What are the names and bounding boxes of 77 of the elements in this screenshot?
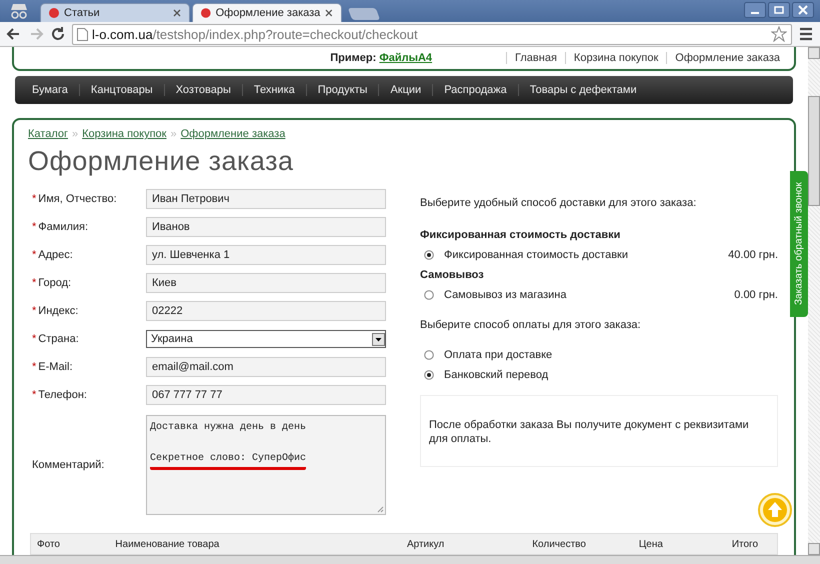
close-icon[interactable] <box>325 9 333 17</box>
address-bar[interactable]: l-o.com.ua/testshop/index.php?route=checkout/checkout <box>72 24 792 44</box>
page-icon <box>77 28 88 40</box>
example-text: Пример: ФайлыА4 <box>330 52 432 64</box>
example-link[interactable]: ФайлыА4 <box>379 52 432 64</box>
breadcrumb-link[interactable]: Каталог <box>28 128 68 140</box>
radio-button[interactable] <box>424 370 434 380</box>
scrollbar-thumb[interactable] <box>808 96 820 206</box>
shipping-price: 40.00 грн. <box>728 249 778 261</box>
minimize-icon[interactable] <box>744 2 766 18</box>
favicon-icon <box>49 8 59 18</box>
breadcrumb-link[interactable]: Корзина покупок <box>82 128 166 140</box>
radio-button[interactable] <box>424 250 434 260</box>
field-label: * Город: <box>31 277 72 289</box>
breadcrumb-separator: » <box>170 128 177 140</box>
payment-option-label[interactable]: Банковский перевод <box>444 369 778 381</box>
page-title: Оформление заказа <box>28 146 295 177</box>
menu-item[interactable]: Акции <box>378 84 432 96</box>
browser-tab[interactable]: Оформление заказа <box>192 3 342 22</box>
field-label: * Имя, Отчество: <box>31 193 118 205</box>
field-label: * E-Mail: <box>31 361 74 373</box>
shipping-group-title: Фиксированная стоимость доставки <box>420 229 622 241</box>
shipping-prompt: Выберите удобный способ доставки для этого заказа: <box>420 197 698 209</box>
shipping-option-label[interactable]: Фиксированная стоимость доставки <box>444 249 728 261</box>
column-header: Итого <box>732 538 760 550</box>
input-field[interactable]: 067 777 77 77 <box>146 385 386 405</box>
breadcrumb-link[interactable]: Оформление заказа <box>180 128 286 140</box>
comment-field[interactable]: Доставка нужна день в день Секретное слово: СуперОфис <box>146 414 386 514</box>
menu-item[interactable]: Хозтовары <box>164 84 242 96</box>
column-header: Фото <box>37 538 61 550</box>
browser-tab[interactable]: Статьи <box>40 3 190 22</box>
header-link[interactable]: Главная <box>506 52 565 64</box>
country-dropdown[interactable]: Украина <box>146 330 386 348</box>
back-arrow-icon[interactable] <box>6 26 22 42</box>
input-field[interactable]: ул. Шевченка 1 <box>146 245 386 265</box>
shipping-option-label[interactable]: Самовывоз из магазина <box>444 289 734 301</box>
close-icon[interactable] <box>792 2 814 18</box>
menu-item[interactable]: Бумага <box>21 84 79 96</box>
breadcrumb-separator: » <box>72 128 78 140</box>
menu-item[interactable]: Товары с дефектами <box>518 84 648 96</box>
callback-tab[interactable]: Заказать обратный звонок <box>790 171 808 317</box>
new-tab-button[interactable] <box>348 8 380 20</box>
shipping-price: 0.00 грн. <box>734 289 778 301</box>
reload-icon[interactable] <box>50 26 66 42</box>
resize-grip-icon[interactable] <box>377 506 384 512</box>
menu-item[interactable]: Продукты <box>306 84 378 96</box>
field-label: * Индекс: <box>31 305 80 317</box>
menu-item[interactable]: Канцтовары <box>78 84 164 96</box>
input-field[interactable]: Киев <box>146 273 386 293</box>
payment-option-label[interactable]: Оплата при доставке <box>444 349 778 361</box>
input-field[interactable]: Иван Петрович <box>146 189 386 209</box>
input-field[interactable]: email@mail.com <box>146 357 386 377</box>
payment-prompt: Выберите способ оплаты для этого заказа: <box>420 319 642 331</box>
input-field[interactable]: 02222 <box>146 301 386 321</box>
shipping-group-title: Самовывоз <box>420 269 485 281</box>
field-label: Комментарий: <box>31 458 106 470</box>
column-header: Артикул <box>406 538 446 550</box>
column-header: Наименование товара <box>115 538 220 550</box>
input-field[interactable]: Иванов <box>146 217 386 237</box>
menu-item[interactable]: Техника <box>242 84 306 96</box>
field-label: * Фамилия: <box>31 221 90 233</box>
menu-item[interactable]: Распродажа <box>432 84 518 96</box>
field-label: * Адрес: <box>31 249 74 261</box>
field-label: * Страна: <box>31 333 80 345</box>
favicon-icon <box>201 8 211 18</box>
star-icon[interactable] <box>771 26 787 42</box>
column-header: Количество <box>532 538 587 550</box>
payment-note: После обработки заказа Вы получите документ с реквизитами для оплаты. <box>420 395 778 467</box>
radio-button[interactable] <box>424 290 434 300</box>
menu-icon[interactable] <box>798 26 814 42</box>
field-label: * Телефон: <box>31 389 88 401</box>
close-icon[interactable] <box>173 9 181 17</box>
radio-button[interactable] <box>424 350 434 360</box>
restore-icon[interactable] <box>768 2 790 18</box>
column-header: Цена <box>638 538 664 550</box>
header-link[interactable]: Корзина покупок <box>564 52 666 64</box>
header-link[interactable]: Оформление заказа <box>666 52 788 64</box>
